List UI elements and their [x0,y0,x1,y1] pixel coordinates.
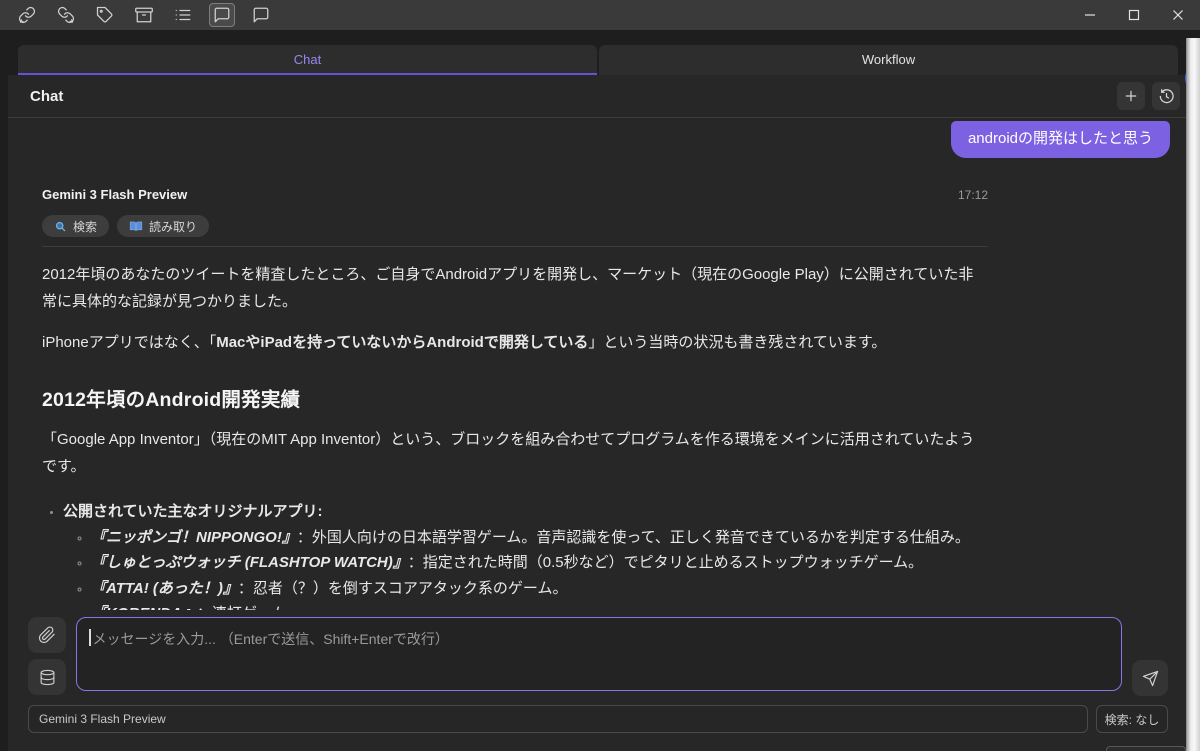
read-badge[interactable]: 読み取り [117,215,209,237]
paperclip-icon [38,626,56,644]
search-icon [54,220,67,233]
paragraph: 「Google App Inventor」（現在のMIT App Invento… [42,426,988,480]
close-button[interactable] [1156,0,1200,30]
user-message-bubble: androidの開発はしたと思う [951,121,1170,158]
app-sublist: 『ニッポンゴ！NIPPONGO!』：外国人向けの日本語学習ゲーム。音声認識を使っ… [63,526,988,611]
message-time: 17:12 [958,188,988,202]
assistant-message: Gemini 3 Flash Preview 17:12 検索 読み [42,187,988,610]
maximize-button[interactable] [1112,0,1156,30]
paragraph: 2012年頃のあなたのツイートを精査したところ、ご自身でAndroidアプリを開… [42,261,988,315]
attach-button[interactable] [28,617,66,653]
list-icon[interactable] [170,3,196,27]
knowledge-base-button[interactable] [28,659,66,695]
list-item: 『ニッポンゴ！NIPPONGO!』：外国人向けの日本語学習ゲーム。音声認識を使っ… [91,526,988,550]
list-item: 『しゅとっぷウォッチ (FLASHTOP WATCH)』：指定された時間（0.5… [91,551,988,575]
tool-badges: 検索 読み取り [42,215,988,237]
panel-header: Chat [8,75,1186,118]
link-send-icon[interactable] [53,3,79,27]
titlebar [0,0,1200,30]
vertical-scrollbar[interactable] [1186,38,1200,751]
tag-icon[interactable] [92,3,118,27]
tab-chat-label: Chat [294,52,321,67]
search-mode-value: 検索: なし [1105,711,1160,728]
tab-strip: Chat Workflow [0,30,1200,75]
list-item: 公開されていた主なオリジナルアプリ: 『ニッポンゴ！NIPPONGO!』：外国人… [63,500,988,610]
model-select[interactable]: Gemini 3 Flash Preview [28,705,1088,733]
message-list: androidの開発はしたと思う Gemini 3 Flash Preview … [8,118,1186,610]
model-name: Gemini 3 Flash Preview [42,187,187,202]
chat-panel: Chat androidの開発はしたと思う Gemini 3 Flash Pre… [8,75,1186,751]
search-mode-select[interactable]: 検索: なし [1096,705,1168,733]
history-button[interactable] [1152,82,1180,110]
composer: メッセージを入力... （Enterで送信、Shift+Enterで改行） [8,610,1186,700]
message-input-placeholder: メッセージを入力... （Enterで送信、Shift+Enterで改行） [93,629,449,649]
message-input[interactable]: メッセージを入力... （Enterで送信、Shift+Enterで改行） [76,617,1122,691]
read-badge-label: 読み取り [149,218,197,235]
partial-popup-edge [1106,746,1186,751]
section-heading: 2012年頃のAndroid開発実績 [42,383,988,412]
tab-chat[interactable]: Chat [18,45,597,75]
new-chat-button[interactable] [1117,82,1145,110]
database-icon [39,669,56,686]
chat-bubble-active-icon[interactable] [209,3,235,27]
tab-workflow[interactable]: Workflow [599,45,1178,75]
list-item: 『ATTA! (あった！)』：忍者（？）を倒すスコアアタック系のゲーム。 [91,577,988,601]
send-button[interactable] [1132,660,1168,696]
app-list: 公開されていた主なオリジナルアプリ: 『ニッポンゴ！NIPPONGO!』：外国人… [42,500,988,610]
search-badge-label: 検索 [73,218,97,235]
chat-bubble-icon[interactable] [248,3,274,27]
send-icon [1142,670,1159,687]
panel-title: Chat [30,88,63,105]
paragraph: iPhoneアプリではなく、「MacやiPadを持っていないからAndroidで… [42,329,988,356]
book-icon [129,219,143,233]
model-select-value: Gemini 3 Flash Preview [39,712,166,726]
link-receive-icon[interactable] [14,3,40,27]
titlebar-tools [0,3,274,27]
minimize-button[interactable] [1068,0,1112,30]
list-item: 『KGRENDA』：連打ゲーム。 [91,602,988,610]
text-caret [89,629,91,646]
tab-workflow-label: Workflow [862,52,915,67]
bottom-bar: Gemini 3 Flash Preview 検索: なし [8,700,1186,733]
assistant-message-body: 2012年頃のあなたのツイートを精査したところ、ご自身でAndroidアプリを開… [42,246,988,610]
search-badge[interactable]: 検索 [42,215,109,237]
archive-icon[interactable] [131,3,157,27]
